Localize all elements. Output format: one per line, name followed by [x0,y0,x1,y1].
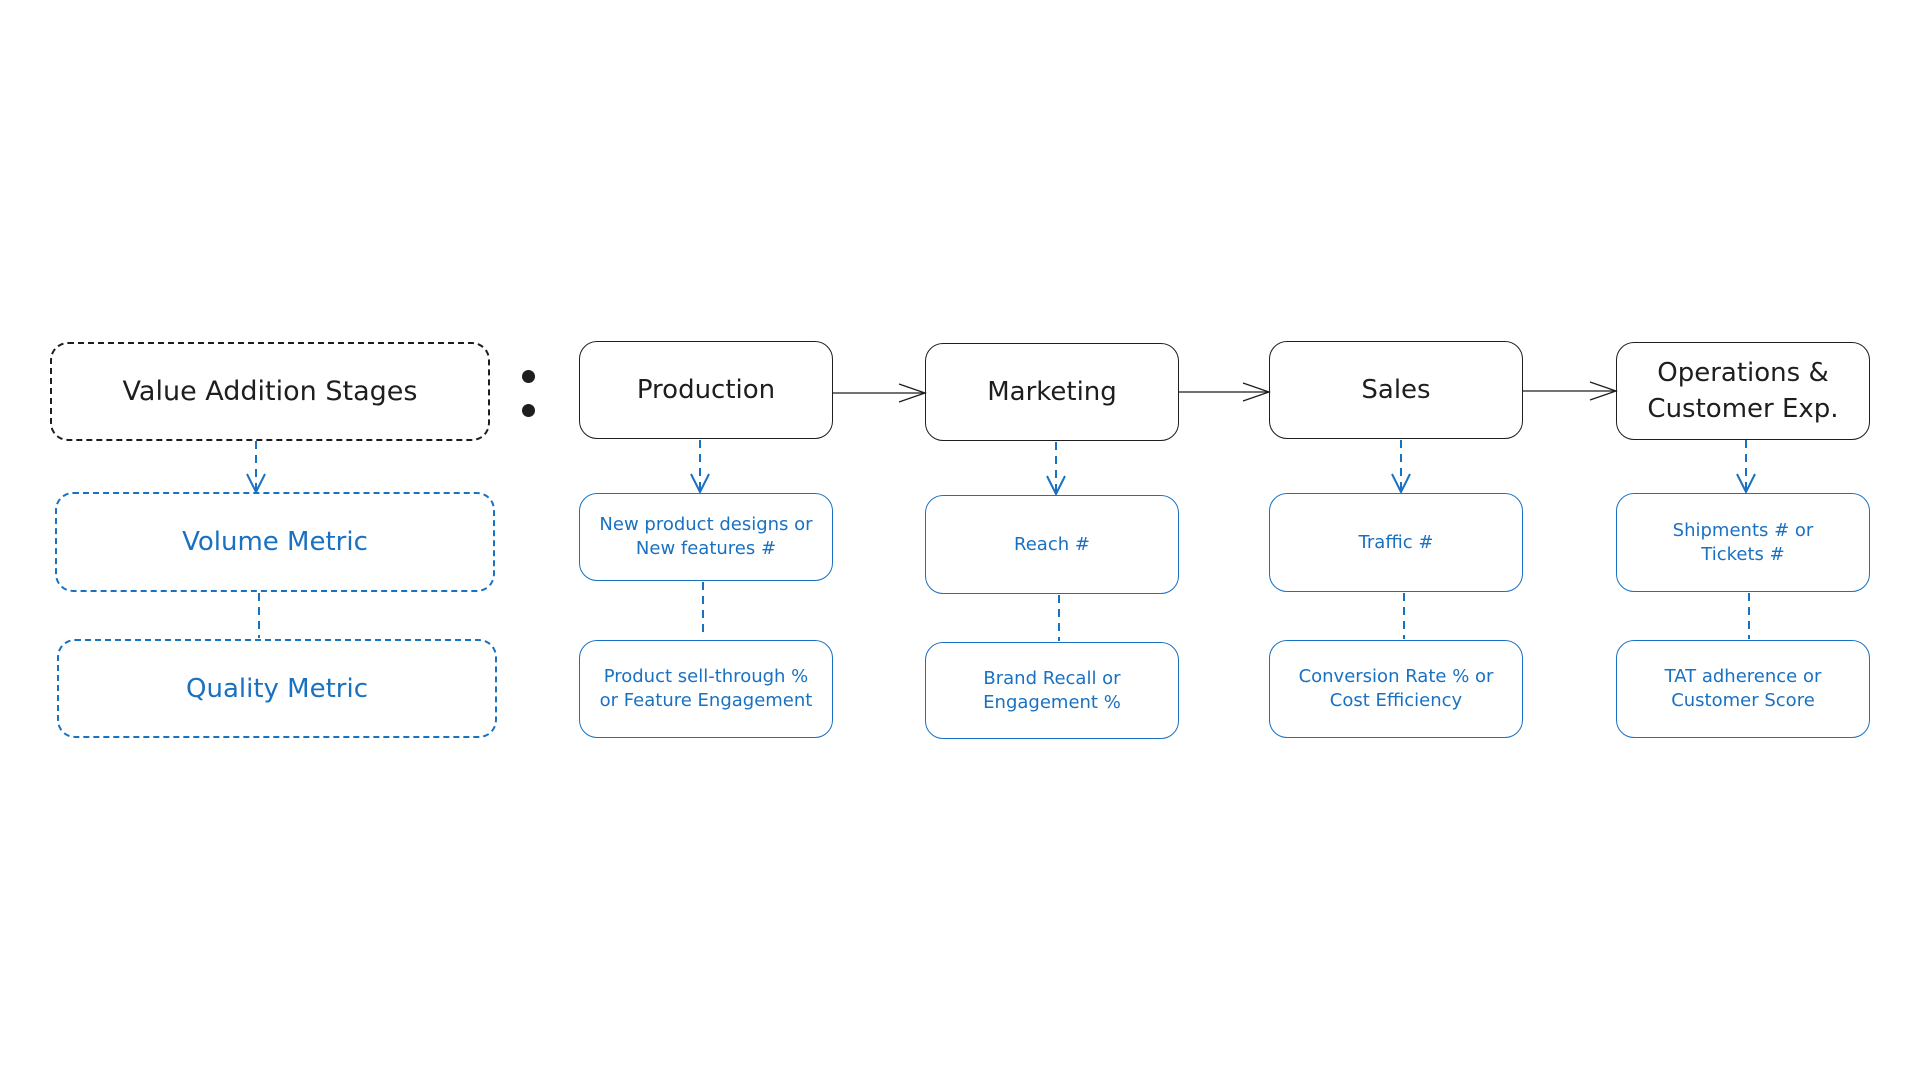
colon-dot-bottom [522,404,535,417]
value-addition-diagram: Value Addition Stages Volume Metric Qual… [0,0,1920,1080]
flow-arrow-production-marketing [832,383,927,403]
legend-header-label: Value Addition Stages [122,376,418,407]
legend-volume-box[interactable]: Volume Metric [55,492,495,592]
operations-quality-metric[interactable]: TAT adherence or Customer Score [1616,640,1870,738]
legend-quality-label: Quality Metric [186,673,368,704]
stage-marketing[interactable]: Marketing [925,343,1179,441]
stage-operations[interactable]: Operations & Customer Exp. [1616,342,1870,440]
metric-label: New product designs or New features # [599,514,813,559]
stage-sales[interactable]: Sales [1269,341,1523,439]
marketing-volume-arrow [1046,442,1066,497]
sales-volume-metric[interactable]: Traffic # [1269,493,1523,592]
sales-volume-arrow [1391,440,1411,495]
stage-label: Operations & Customer Exp. [1647,358,1839,424]
metric-label: Traffic # [1358,531,1434,553]
marketing-volume-metric[interactable]: Reach # [925,495,1179,594]
legend-arrow [246,441,266,495]
flow-arrow-marketing-sales [1178,382,1271,402]
stage-label: Production [636,375,776,405]
stage-label: Marketing [987,377,1117,407]
marketing-quality-metric[interactable]: Brand Recall or Engagement % [925,642,1179,739]
legend-quality-box[interactable]: Quality Metric [57,639,497,738]
flow-arrow-sales-operations [1523,381,1618,401]
colon-dot-top [522,370,535,383]
production-quality-metric[interactable]: Product sell-through % or Feature Engage… [579,640,833,738]
operations-volume-arrow [1736,440,1756,495]
production-volume-metric[interactable]: New product designs or New features # [579,493,833,581]
operations-volume-metric[interactable]: Shipments # or Tickets # [1616,493,1870,592]
stage-label: Sales [1361,375,1431,405]
legend-volume-label: Volume Metric [182,527,368,557]
legend-header-box[interactable]: Value Addition Stages [50,342,490,441]
sales-quality-metric[interactable]: Conversion Rate % or Cost Efficiency [1269,640,1523,738]
metric-label: Conversion Rate % or Cost Efficiency [1298,666,1494,711]
metric-label: TAT adherence or Customer Score [1664,666,1822,711]
stage-production[interactable]: Production [579,341,833,439]
metric-label: Brand Recall or Engagement % [983,667,1121,713]
metric-label: Shipments # or Tickets # [1672,519,1814,565]
metric-label: Product sell-through % or Feature Engage… [599,666,813,711]
production-volume-arrow [690,440,710,495]
metric-label: Reach # [1014,533,1090,555]
